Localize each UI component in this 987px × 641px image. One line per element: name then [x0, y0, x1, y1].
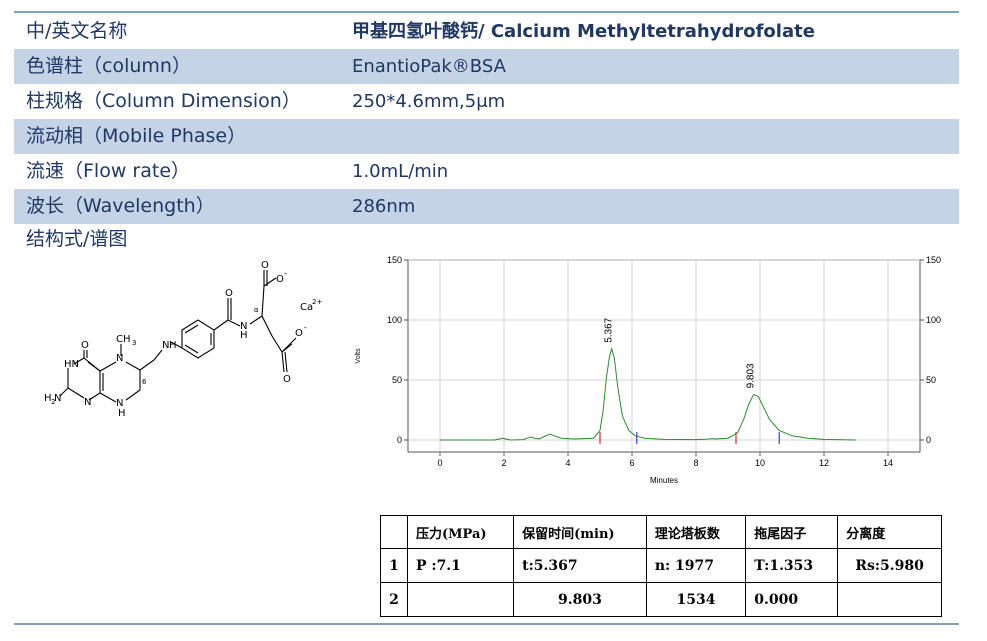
- y-tick-label-left: 100: [387, 315, 402, 325]
- header-cell: 拖尾因子: [745, 515, 839, 549]
- struct-label-amide-o: O: [225, 288, 233, 299]
- chart-grid: [408, 259, 920, 452]
- info-row-wavelength: 波长（Wavelength） 286nm: [14, 189, 959, 224]
- x-tick-label: 2: [501, 458, 506, 468]
- row-label: 波长（Wavelength）: [26, 195, 215, 217]
- header-cell: 理论塔板数: [645, 515, 747, 549]
- struct-label-nh-h2: H: [169, 340, 177, 351]
- struct-label-six: 6: [142, 378, 147, 386]
- struct-label-amide-h: H: [240, 330, 248, 341]
- structure-title: 结构式/谱图: [26, 228, 128, 250]
- table-cell: t:5.367: [513, 548, 647, 583]
- info-row-flow-rate: 流速（Flow rate） 1.0mL/min: [14, 154, 959, 189]
- struct-label-h2n-n: N: [54, 393, 61, 404]
- table-header-row: 压力(MPa) 保留时间(min) 理论塔板数 拖尾因子 分离度: [380, 515, 942, 549]
- x-tick-label: 4: [565, 458, 570, 468]
- chromatogram-trace: [440, 346, 857, 441]
- struct-label-ch3: CH: [116, 334, 131, 345]
- row-value: 250*4.6mm,5μm: [352, 91, 506, 112]
- bottom-rule: [14, 623, 959, 625]
- x-tick-label: 14: [883, 458, 893, 468]
- struct-label-gamma-o: O: [283, 374, 291, 385]
- table-cell: [837, 582, 942, 617]
- struct-label-gamma-minus: -: [304, 323, 307, 332]
- x-tick-label: 12: [819, 458, 829, 468]
- y-tick-label-right: 0: [926, 435, 931, 445]
- table-cell: 0.000: [745, 582, 839, 617]
- plot-frame: [407, 259, 921, 453]
- table-cell: 1534: [645, 582, 747, 617]
- row-label: 柱规格（Column Dimension）: [26, 90, 301, 112]
- table-cell: n: 1977: [645, 548, 747, 583]
- struct-label-acid-ominus: O: [276, 274, 284, 285]
- header-cell: [380, 515, 408, 549]
- row-value: 1.0mL/min: [352, 161, 449, 182]
- x-tick-label: 0: [437, 458, 442, 468]
- chromatogram-chart: 0 2 4 6 8 10 12 14 0 0 50 50 100 100 150 150 5.367 9.803…: [355, 255, 941, 485]
- table-row: 1 P :7.1 t:5.367 n: 1977 T:1.353 Rs:5.98…: [380, 548, 942, 583]
- struct-label-n: N: [84, 397, 91, 408]
- table-cell: T:1.353: [745, 548, 839, 583]
- chart-ticks: 0 2 4 6 8 10 12 14 0 0 50 50 100 100 150 150: [387, 255, 941, 468]
- table-cell: [406, 582, 515, 617]
- peak-label: 5.367: [604, 317, 615, 342]
- table-cell: Rs:5.980: [837, 548, 942, 583]
- y-tick-label-left: 50: [392, 375, 402, 385]
- info-row-column: 色谱柱（column） EnantioPak®BSA: [14, 49, 959, 84]
- y-tick-label-left: 0: [397, 435, 402, 445]
- struct-label-gamma-ominus: O: [295, 328, 303, 339]
- struct-label-acid-minus: -: [284, 269, 287, 278]
- x-tick-label: 8: [693, 458, 698, 468]
- table-cell: 1: [380, 548, 408, 583]
- table-row: 2 9.803 1534 0.000: [380, 582, 942, 617]
- row-label: 流动相（Mobile Phase）: [26, 125, 247, 147]
- peak-labels: 5.367 9.803: [604, 317, 757, 388]
- row-value: EnantioPak®BSA: [352, 56, 506, 77]
- struct-label-acid-o: O: [261, 260, 269, 271]
- info-row-dimension: 柱规格（Column Dimension） 250*4.6mm,5μm: [14, 84, 959, 119]
- chart-markers: [599, 432, 780, 444]
- peak-label: 9.803: [746, 363, 757, 388]
- row-label: 色谱柱（column）: [26, 55, 191, 77]
- chemical-structure: O HN N N N H CH 3 H 2 N 6 N H O N H α O …: [44, 260, 322, 419]
- header-cell: 分离度: [837, 515, 942, 549]
- y-tick-label-right: 100: [926, 315, 941, 325]
- struct-label-ca-charge: 2+: [312, 298, 322, 306]
- x-axis-label: Minutes: [650, 476, 678, 485]
- y-axis-label: Volts: [355, 348, 362, 364]
- row-label: 流速（Flow rate）: [26, 160, 191, 182]
- table-cell: P :7.1: [406, 548, 515, 583]
- top-rule: [14, 11, 959, 13]
- info-row-name: 中/英文名称 甲基四氢叶酸钙/ Calcium Methyltetrahydro…: [14, 14, 959, 49]
- header-cell: 保留时间(min): [513, 515, 647, 549]
- row-value: 286nm: [352, 196, 416, 217]
- y-tick-label-right: 50: [926, 375, 936, 385]
- struct-label-ch3-sub: 3: [132, 339, 136, 347]
- struct-label-alpha: α: [254, 306, 259, 314]
- info-row-mobile-phase: 流动相（Mobile Phase）: [14, 119, 959, 154]
- y-tick-label-left: 150: [387, 255, 402, 265]
- struct-label-nh-h: H: [118, 408, 126, 419]
- row-label: 中/英文名称: [26, 20, 128, 42]
- struct-label-o: O: [81, 340, 89, 351]
- y-tick-label-right: 150: [926, 255, 941, 265]
- table-cell: 2: [380, 582, 408, 617]
- row-value: 甲基四氢叶酸钙/ Calcium Methyltetrahydrofolate: [352, 21, 815, 42]
- results-table: 压力(MPa) 保留时间(min) 理论塔板数 拖尾因子 分离度 1 P :7.…: [380, 515, 942, 617]
- struct-label-hn: HN: [64, 359, 79, 370]
- x-tick-label: 10: [755, 458, 765, 468]
- struct-label-n5: N: [116, 353, 123, 364]
- header-cell: 压力(MPa): [406, 515, 515, 549]
- table-cell: 9.803: [513, 582, 647, 617]
- x-tick-label: 6: [629, 458, 634, 468]
